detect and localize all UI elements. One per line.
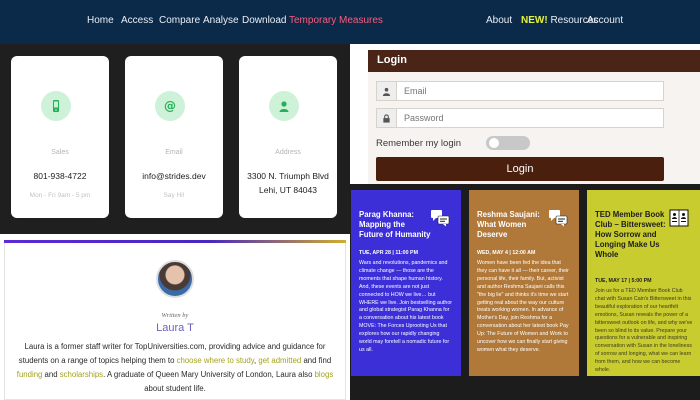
- address-line-2: Lehi, UT 84043: [259, 185, 317, 195]
- author-name[interactable]: Laura T: [0, 322, 350, 334]
- event-description: Wars and revolutions, pandemics and clim…: [359, 260, 453, 353]
- svg-text:@: @: [164, 99, 176, 113]
- contact-card-address: Address 3300 N. Triumph Blvd Lehi, UT 84…: [239, 56, 337, 218]
- bio-text: and: [42, 370, 60, 379]
- nav-temporary-measures-link[interactable]: Temporary Measures: [289, 15, 383, 26]
- nav-access-link[interactable]: Access: [121, 15, 153, 26]
- choose-where-to-study-link[interactable]: choose where to study: [177, 356, 254, 365]
- email-input[interactable]: [397, 86, 657, 96]
- avatar: [156, 260, 194, 298]
- chat-bubbles-icon: [549, 210, 568, 227]
- bio-text: and find: [301, 356, 332, 365]
- event-card-ted-book-club[interactable]: TED Member Book Club – Bittersweet: How …: [587, 190, 700, 376]
- event-description: Join us for a TED Member Book Club chat …: [595, 288, 693, 374]
- phone-number[interactable]: 801-938-4722: [11, 169, 109, 183]
- password-field[interactable]: [376, 108, 664, 128]
- contact-cards-section: Sales 801-938-4722 Mon - Fri 9am - 5 pm …: [0, 44, 350, 234]
- at-sign-icon: @: [155, 91, 185, 121]
- login-panel: Login Remember my login Login: [350, 44, 700, 184]
- toggle-knob: [489, 138, 499, 148]
- bio-text: about student life.: [144, 384, 206, 393]
- event-date: TUE, MAY 17 | 5:00 PM: [595, 278, 652, 284]
- remember-login-label: Remember my login: [376, 138, 461, 149]
- event-title[interactable]: TED Member Book Club – Bittersweet: How …: [595, 210, 667, 260]
- event-date: TUE, APR 28 | 11:00 PM: [359, 250, 418, 256]
- card-label: Address: [275, 149, 301, 156]
- contact-card-sales: Sales 801-938-4722 Mon - Fri 9am - 5 pm: [11, 56, 109, 218]
- card-label: Sales: [51, 149, 69, 156]
- events-section: Parag Khanna: Mapping the Future of Huma…: [350, 184, 700, 400]
- nav-about-link[interactable]: About: [486, 15, 512, 26]
- phone-icon: [41, 91, 71, 121]
- nav-compare-link[interactable]: Compare: [159, 15, 200, 26]
- say-hi-note: Say Hi!: [163, 192, 185, 199]
- street-address: 3300 N. Triumph Blvd Lehi, UT 84043: [239, 169, 337, 197]
- contact-card-email: @ Email info@strides.dev Say Hi!: [125, 56, 223, 218]
- login-header: Login: [368, 50, 700, 72]
- new-badge: NEW!: [521, 15, 548, 26]
- get-admitted-link[interactable]: get admitted: [258, 356, 301, 365]
- author-box: Written by Laura T Laura is a former sta…: [0, 234, 350, 400]
- event-card-reshma-saujani[interactable]: Reshma Saujani: What Women Deserve WED, …: [469, 190, 579, 376]
- bio-text: . A graduate of Queen Mary University of…: [103, 370, 315, 379]
- nav-download-link[interactable]: Download: [242, 15, 286, 26]
- password-input[interactable]: [397, 113, 657, 123]
- author-bio: Laura is a former staff writer for TopUn…: [10, 340, 340, 396]
- user-icon: [377, 82, 397, 100]
- remember-login-toggle[interactable]: [486, 136, 530, 150]
- event-date: WED, MAY 4 | 12:00 AM: [477, 250, 536, 256]
- top-navigation-bar: Home Access Compare Analyse Download Tem…: [0, 0, 700, 44]
- nav-analyse-link[interactable]: Analyse: [203, 15, 239, 26]
- blogs-link[interactable]: blogs: [315, 370, 334, 379]
- event-title[interactable]: Parag Khanna: Mapping the Future of Huma…: [359, 210, 431, 240]
- event-description: Women have been fed the idea that they c…: [477, 260, 569, 353]
- written-by-label: Written by: [161, 312, 189, 319]
- user-pin-icon: [269, 91, 299, 121]
- nav-account-link[interactable]: Account: [587, 15, 623, 26]
- scholarships-link[interactable]: scholarships: [60, 370, 103, 379]
- nav-home-link[interactable]: Home: [87, 15, 114, 26]
- lock-icon: [377, 109, 397, 127]
- email-field[interactable]: [376, 81, 664, 101]
- book-club-icon: [669, 209, 689, 227]
- address-line-1: 3300 N. Triumph Blvd: [247, 171, 329, 181]
- event-title[interactable]: Reshma Saujani: What Women Deserve: [477, 210, 549, 240]
- event-card-parag-khanna[interactable]: Parag Khanna: Mapping the Future of Huma…: [351, 190, 461, 376]
- chat-bubbles-icon: [431, 210, 450, 227]
- email-address[interactable]: info@strides.dev: [125, 169, 223, 183]
- login-form: Remember my login Login: [368, 72, 700, 184]
- card-label: Email: [165, 149, 183, 156]
- login-title: Login: [377, 54, 407, 66]
- login-button[interactable]: Login: [376, 157, 664, 181]
- funding-link[interactable]: funding: [17, 370, 43, 379]
- business-hours: Mon - Fri 9am - 5 pm: [29, 192, 91, 199]
